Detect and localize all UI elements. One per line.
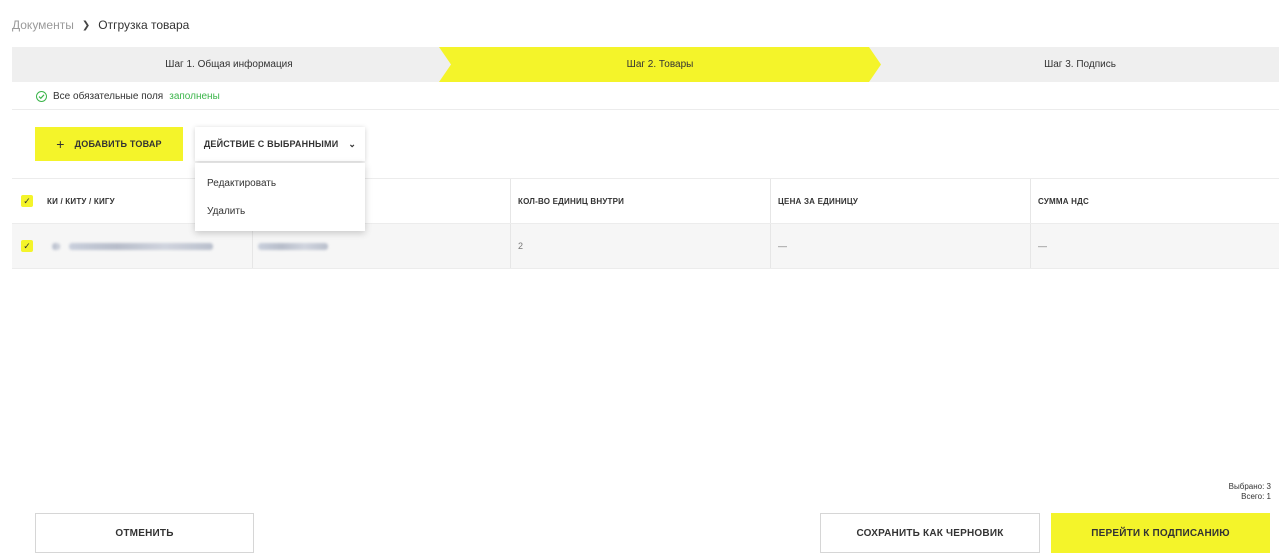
selection-counters: Выбрано: 3 Всего: 1 <box>1229 482 1271 502</box>
cell-price: — <box>778 241 787 251</box>
save-draft-button[interactable]: СОХРАНИТЬ КАК ЧЕРНОВИК <box>820 513 1040 553</box>
breadcrumb-documents-link[interactable]: Документы <box>12 18 74 32</box>
column-divider <box>770 179 771 223</box>
column-divider <box>510 224 511 268</box>
cancel-button[interactable]: ОТМЕНИТЬ <box>35 513 254 553</box>
stepper: Шаг 1. Общая информация Шаг 2. Товары Ша… <box>12 47 1279 82</box>
add-product-label: ДОБАВИТЬ ТОВАР <box>74 139 162 149</box>
chevron-right-icon: ❯ <box>81 19 91 31</box>
check-circle-icon <box>36 91 47 102</box>
status-text: Все обязательные поля <box>53 91 164 102</box>
step-label: Шаг 2. Товары <box>626 59 694 70</box>
go-to-signing-button[interactable]: ПЕРЕЙТИ К ПОДПИСАНИЮ <box>1051 513 1270 553</box>
step-goods[interactable]: Шаг 2. Товары <box>439 47 881 82</box>
status-highlight: заполнены <box>169 91 220 102</box>
step-label: Шаг 3. Подпись <box>1044 59 1116 70</box>
cell-qty: 2 <box>518 241 524 251</box>
redacted-code-icon <box>52 243 60 250</box>
column-header-ki[interactable]: КИ / КИТУ / КИГУ <box>47 179 115 223</box>
bulk-action-label: ДЕЙСТВИЕ С ВЫБРАННЫМИ <box>203 139 339 149</box>
menu-item-delete[interactable]: Удалить <box>207 206 245 217</box>
column-header-vat[interactable]: СУММА НДС <box>1038 179 1089 223</box>
column-divider <box>1030 224 1031 268</box>
column-divider <box>510 179 511 223</box>
chevron-down-icon: ⌄ <box>348 138 357 149</box>
breadcrumb-current: Отгрузка товара <box>98 18 190 32</box>
column-divider <box>770 224 771 268</box>
redacted-name <box>258 243 328 250</box>
column-divider <box>1030 179 1031 223</box>
breadcrumb: Документы ❯ Отгрузка товара <box>12 18 189 32</box>
column-header-qty[interactable]: КОЛ-ВО ЕДИНИЦ ВНУТРИ <box>518 179 624 223</box>
plus-icon: + <box>56 136 65 152</box>
total-count: Всего: 1 <box>1241 492 1271 501</box>
menu-item-edit[interactable]: Редактировать <box>207 178 276 189</box>
bulk-action-menu: Редактировать Удалить <box>195 163 365 231</box>
step-label: Шаг 1. Общая информация <box>165 59 293 70</box>
column-header-price[interactable]: ЦЕНА ЗА ЕДИНИЦУ <box>778 179 858 223</box>
selected-count: Выбрано: 3 <box>1228 482 1271 491</box>
bulk-action-dropdown[interactable]: ДЕЙСТВИЕ С ВЫБРАННЫМИ ⌄ <box>195 127 365 161</box>
row-checkbox[interactable]: ✓ <box>21 240 33 252</box>
select-all-checkbox[interactable]: ✓ <box>21 195 33 207</box>
add-product-button[interactable]: + ДОБАВИТЬ ТОВАР <box>35 127 183 161</box>
step-general-info[interactable]: Шаг 1. Общая информация <box>12 47 446 82</box>
divider <box>12 109 1279 110</box>
cell-vat: — <box>1038 241 1047 251</box>
redacted-code <box>69 243 213 250</box>
validation-status: Все обязательные поля заполнены <box>36 91 220 102</box>
step-signature[interactable]: Шаг 3. Подпись <box>881 47 1279 82</box>
